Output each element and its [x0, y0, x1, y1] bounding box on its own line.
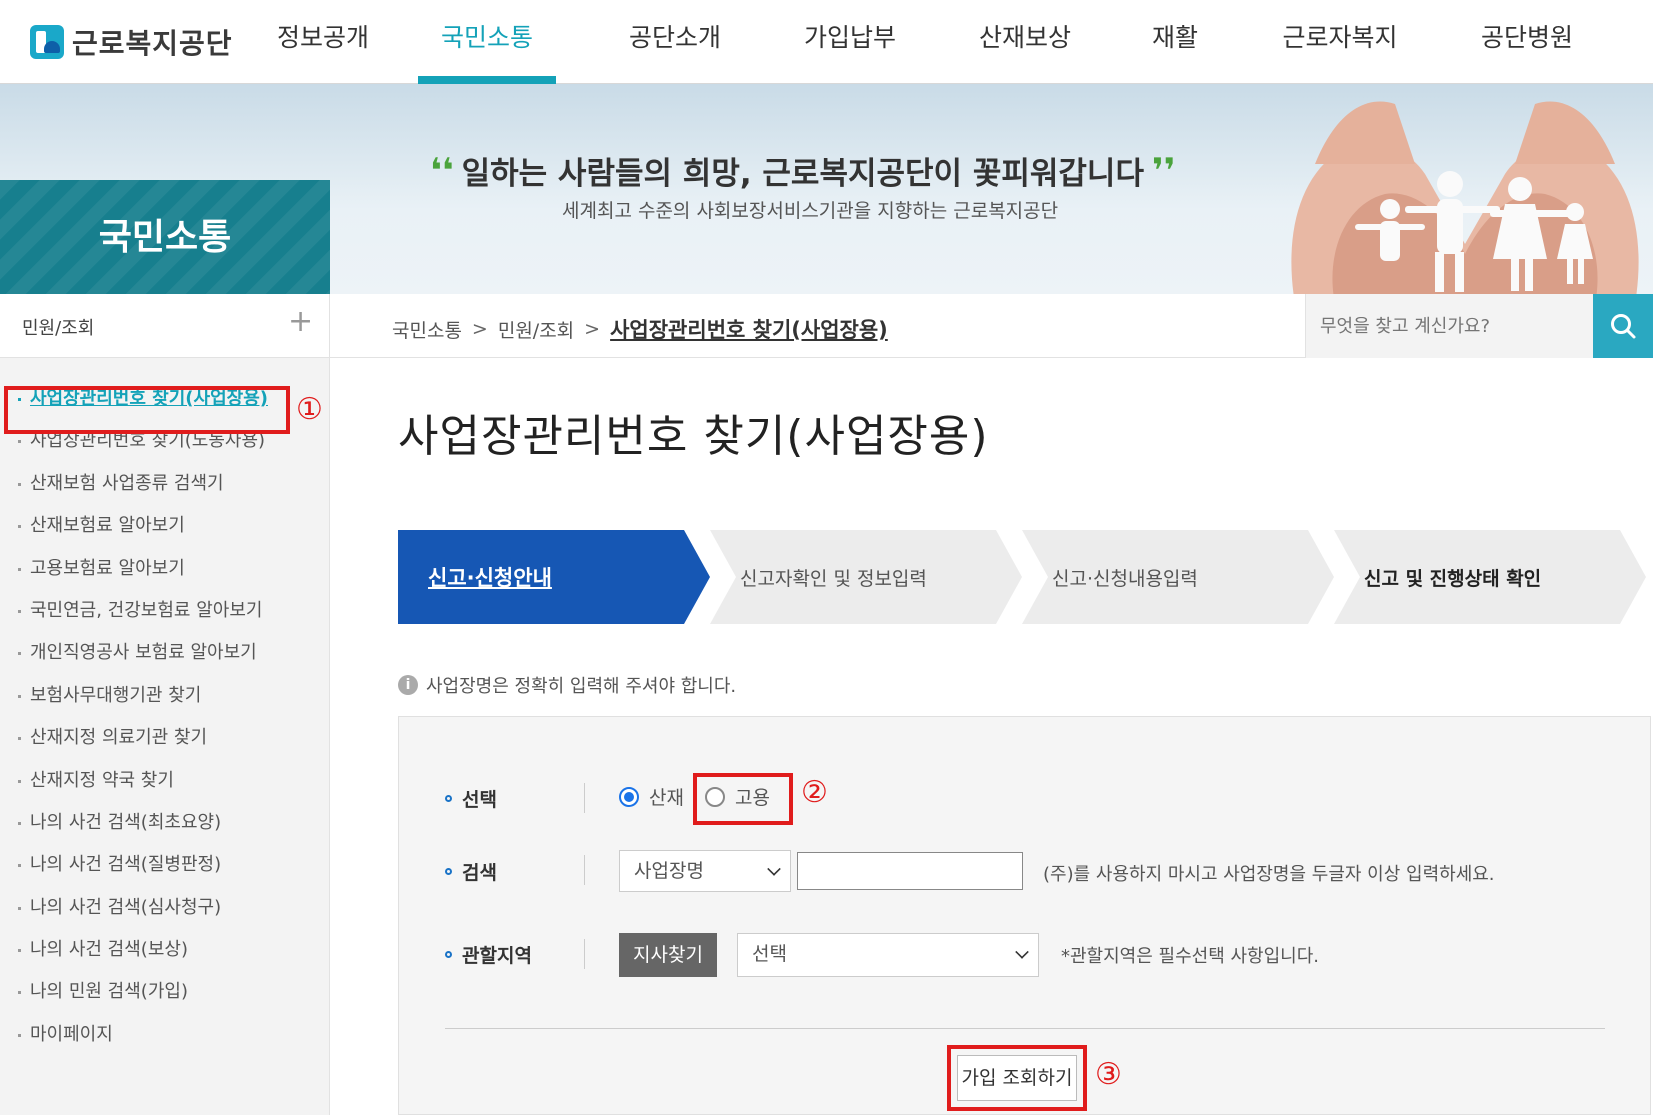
nav-rehabilitation[interactable]: 재활	[1135, 0, 1215, 84]
step-1-label: 신고·신청안내	[428, 566, 552, 590]
breadcrumb-item[interactable]: 민원/조회	[498, 316, 574, 343]
sidebar-item-industrial-premium[interactable]: 산재보험료 알아보기	[0, 505, 330, 547]
slogan: ❛❛ 일하는 사람들의 희망, 근로복지공단이 꽃피워갑니다 ❜❜	[430, 148, 1176, 193]
sidebar-item-insurance-agency[interactable]: 보험사무대행기관 찾기	[0, 675, 330, 717]
slogan-text: 일하는 사람들의 희망, 근로복지공단이 꽃피워갑니다	[461, 156, 1144, 192]
region-label-text: 관할지역	[462, 945, 532, 967]
sidebar-menu: 사업장관리번호 찾기(사업장용) 사업장관리번호 찾기(노동자용) 산재보험 사…	[0, 378, 330, 1056]
hands-family-illustration	[1291, 101, 1639, 294]
progress-steps: 신고·신청안내 신고자확인 및 정보입력 신고·신청내용입력 신고 및 진행상태…	[398, 530, 1653, 624]
notice: i 사업장명은 정확히 입력해 주셔야 합니다.	[398, 672, 736, 698]
section-title-box: 국민소통	[0, 180, 330, 294]
nav-worker-welfare[interactable]: 근로자복지	[1275, 0, 1405, 84]
search-input[interactable]	[1318, 310, 1588, 342]
sidebar-item-mypage[interactable]: 마이페이지	[0, 1014, 330, 1056]
breadcrumb-item[interactable]: 국민소통	[392, 316, 462, 343]
bullet-icon	[445, 795, 452, 802]
search-label-text: 검색	[462, 862, 497, 884]
chevron-down-icon	[1015, 945, 1029, 959]
annotation-box-2	[693, 773, 793, 825]
select-label: 선택	[445, 785, 497, 812]
select-label-text: 선택	[462, 789, 497, 811]
bullet-icon	[445, 868, 452, 875]
site-search	[1305, 294, 1653, 358]
logo-icon	[30, 25, 64, 59]
breadcrumb-separator: >	[584, 318, 601, 340]
breadcrumb-current[interactable]: 사업장관리번호 찾기(사업장용)	[610, 314, 888, 344]
chevron-down-icon	[767, 862, 781, 876]
sidebar-item-employment-premium[interactable]: 고용보험료 알아보기	[0, 548, 330, 590]
sidebar-item-business-type-search[interactable]: 산재보험 사업종류 검색기	[0, 463, 330, 505]
plus-icon[interactable]: +	[288, 304, 313, 339]
sidebar-item-complaint-subscription[interactable]: 나의 민원 검색(가입)	[0, 971, 330, 1013]
nav-industrial-compensation[interactable]: 산재보상	[960, 0, 1090, 84]
search-type-value: 사업장명	[634, 860, 704, 882]
sub-bar: 민원/조회 + 국민소통 > 민원/조회 > 사업장관리번호 찾기(사업장용)	[0, 294, 1653, 358]
region-select-value: 선택	[752, 943, 787, 965]
slogan-subtitle: 세계최고 수준의 사회보장서비스기관을 지향하는 근로복지공단	[562, 200, 1059, 222]
page-title: 사업장관리번호 찾기(사업장용)	[398, 411, 989, 462]
find-branch-button[interactable]: 지사찾기	[619, 933, 717, 977]
nav-about[interactable]: 공단소개	[610, 0, 740, 84]
section-title: 국민소통	[98, 217, 232, 258]
nav-info-disclosure[interactable]: 정보공개	[268, 0, 378, 84]
form-divider	[445, 1028, 1605, 1029]
notice-text: 사업장명은 정확히 입력해 주셔야 합니다.	[426, 676, 737, 697]
row-divider	[584, 783, 585, 813]
nav-subscription-payment[interactable]: 가입납부	[785, 0, 915, 84]
sidebar-header-label: 민원/조회	[22, 318, 95, 339]
logo[interactable]: 근로복지공단	[30, 20, 233, 64]
step-4-label: 신고 및 진행상태 확인	[1364, 567, 1542, 590]
annotation-number-1: ①	[296, 392, 323, 427]
region-label: 관할지역	[445, 941, 532, 968]
radio-checked-icon[interactable]	[619, 786, 639, 807]
sidebar-item-pharmacy[interactable]: 산재지정 약국 찾기	[0, 760, 330, 802]
search-icon	[1611, 314, 1636, 339]
breadcrumb: 국민소통 > 민원/조회 > 사업장관리번호 찾기(사업장용)	[392, 314, 888, 344]
bullet-icon	[445, 951, 452, 958]
sidebar-item-case-compensation[interactable]: 나의 사건 검색(보상)	[0, 929, 330, 971]
step-2-label: 신고자확인 및 정보입력	[740, 567, 927, 590]
region-hint: *관할지역은 필수선택 사항입니다.	[1061, 946, 1320, 967]
nav-public-communication[interactable]: 국민소통	[418, 0, 556, 84]
breadcrumb-separator: >	[471, 318, 488, 340]
search-hint: (주)를 사용하지 마시고 사업장명을 두글자 이상 입력하세요.	[1043, 864, 1495, 885]
sidebar-item-case-initial-care[interactable]: 나의 사건 검색(최초요양)	[0, 802, 330, 844]
annotation-box-3	[947, 1045, 1087, 1111]
row-divider	[584, 939, 585, 969]
sidebar-item-medical-institution[interactable]: 산재지정 의료기관 찾기	[0, 717, 330, 759]
business-name-input[interactable]	[797, 852, 1023, 890]
sidebar-item-case-disease[interactable]: 나의 사건 검색(질병판정)	[0, 844, 330, 886]
step-3-label: 신고·신청내용입력	[1052, 567, 1198, 590]
step-3: 신고·신청내용입력	[1022, 530, 1334, 624]
annotation-number-3: ③	[1095, 1057, 1122, 1092]
row-divider	[584, 855, 585, 885]
sidebar-header[interactable]: 민원/조회 +	[0, 294, 330, 358]
search-label: 검색	[445, 858, 497, 885]
search-button[interactable]	[1593, 294, 1653, 358]
info-icon: i	[398, 675, 418, 695]
hero-banner: 국민소통 ❛❛ 일하는 사람들의 희망, 근로복지공단이 꽃피워갑니다 ❜❜ 세…	[0, 84, 1653, 294]
step-4: 신고 및 진행상태 확인	[1334, 530, 1646, 624]
annotation-number-2: ②	[801, 775, 828, 810]
annotation-box-1	[4, 386, 290, 434]
radio-sanjae-label: 산재	[649, 787, 684, 809]
sidebar: 사업장관리번호 찾기(사업장용) 사업장관리번호 찾기(노동자용) 산재보험 사…	[0, 358, 330, 1115]
search-form: 선택 산재 고용 ② 검색 사업장명 (주)를 사용하지 마시고 사업장명을 두…	[398, 716, 1651, 1115]
step-1[interactable]: 신고·신청안내	[398, 530, 710, 624]
radio-sanjae[interactable]: 산재	[619, 783, 684, 810]
search-type-select[interactable]: 사업장명	[619, 850, 791, 892]
nav-hospital[interactable]: 공단병원	[1462, 0, 1592, 84]
region-select[interactable]: 선택	[737, 933, 1039, 977]
open-quote-icon: ❛❛	[430, 150, 454, 191]
sidebar-item-pension-health-premium[interactable]: 국민연금, 건강보험료 알아보기	[0, 590, 330, 632]
sidebar-item-case-review[interactable]: 나의 사건 검색(심사청구)	[0, 887, 330, 929]
top-navigation: 근로복지공단 정보공개 국민소통 공단소개 가입납부 산재보상 재활 근로자복지…	[0, 0, 1653, 84]
logo-text: 근로복지공단	[72, 27, 233, 60]
sidebar-item-direct-construction-premium[interactable]: 개인직영공사 보험료 알아보기	[0, 632, 330, 674]
close-quote-icon: ❜❜	[1151, 150, 1176, 191]
step-2: 신고자확인 및 정보입력	[710, 530, 1022, 624]
